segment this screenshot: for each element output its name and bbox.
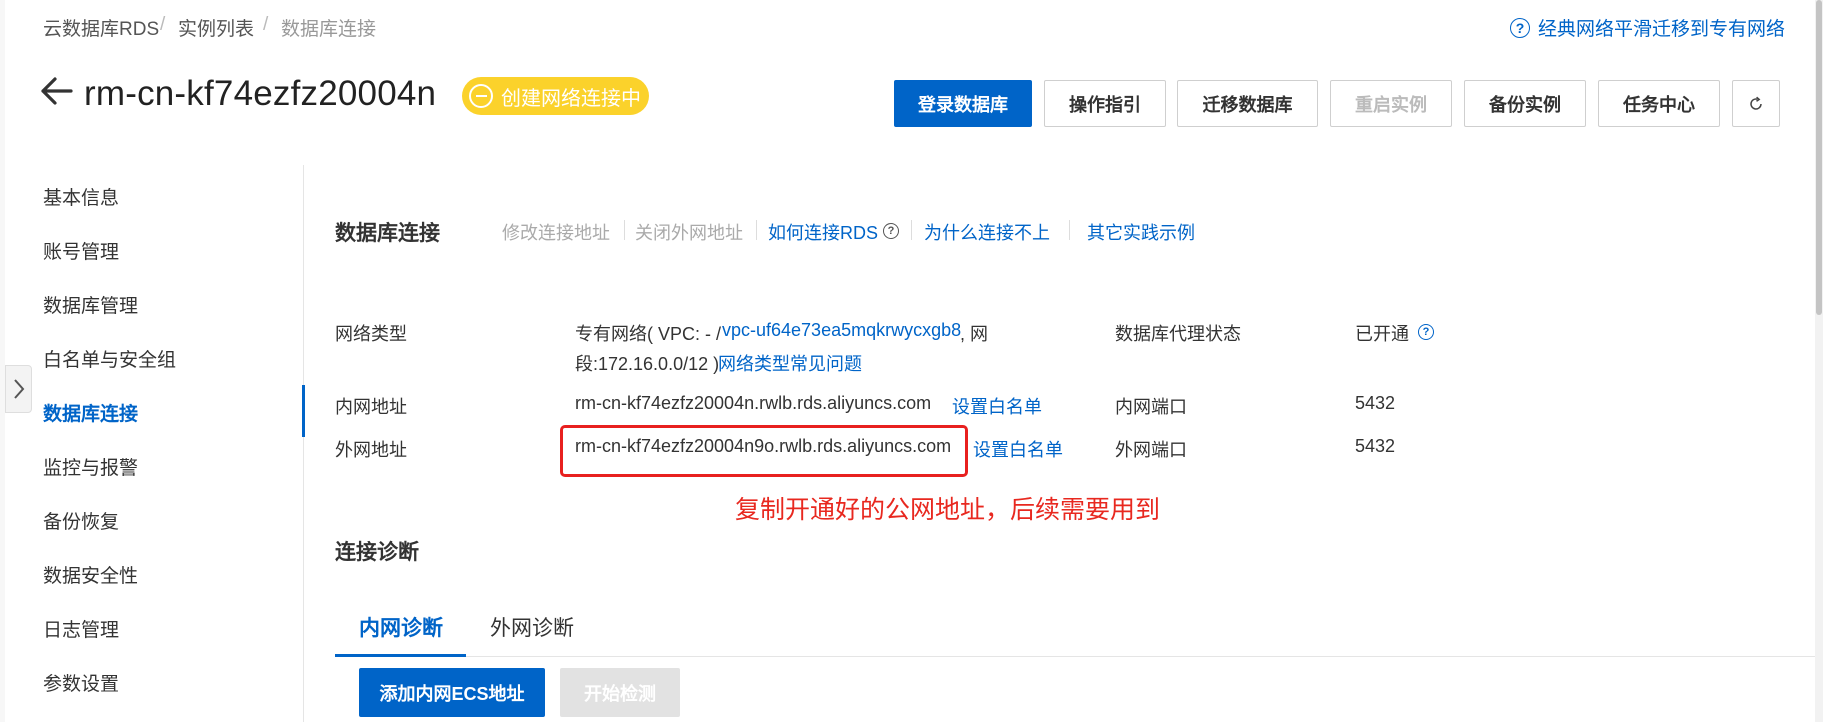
sidebar-collapse-button[interactable] xyxy=(5,365,32,413)
login-database-button[interactable]: 登录数据库 xyxy=(894,80,1032,127)
sidebar-item-accounts[interactable]: 账号管理 xyxy=(43,237,119,264)
modify-address-link[interactable]: 修改连接地址 xyxy=(502,219,610,245)
public-address-label: 外网地址 xyxy=(335,440,407,460)
internal-port: 5432 xyxy=(1355,393,1396,413)
active-tab-indicator xyxy=(335,654,466,657)
public-port: 5432 xyxy=(1355,436,1396,456)
proxy-status-value: 已开通 xyxy=(1355,324,1409,344)
section-title: 数据库连接 xyxy=(335,222,440,245)
how-to-connect-link[interactable]: 如何连接RDS xyxy=(768,219,878,245)
backup-instance-button[interactable]: 备份实例 xyxy=(1464,80,1586,127)
sidebar-item-whitelist[interactable]: 白名单与安全组 xyxy=(43,345,176,372)
network-faq-link[interactable]: 网络类型常见问题 xyxy=(718,350,862,376)
public-port-label: 外网端口 xyxy=(1115,440,1187,460)
question-circle-icon[interactable]: ? xyxy=(883,223,899,239)
network-type-label: 网络类型 xyxy=(335,324,407,344)
practice-examples-link[interactable]: 其它实践示例 xyxy=(1087,219,1195,245)
sidebar-item-logs[interactable]: 日志管理 xyxy=(43,615,119,642)
breadcrumb-separator: / xyxy=(160,14,166,35)
network-type-suffix: , 网 xyxy=(960,324,989,344)
diagnosis-title: 连接诊断 xyxy=(335,541,419,564)
internal-address: rm-cn-kf74ezfz20004n.rwlb.rds.aliyuncs.c… xyxy=(575,393,932,413)
public-whitelist-link[interactable]: 设置白名单 xyxy=(973,436,1063,462)
scrollbar-thumb[interactable] xyxy=(1816,0,1822,315)
sidebar-item-databases[interactable]: 数据库管理 xyxy=(43,291,138,318)
annotation-text: 复制开通好的公网地址，后续需要用到 xyxy=(735,496,1161,524)
sidebar-item-db-connection[interactable]: 数据库连接 xyxy=(43,399,138,426)
migrate-database-button[interactable]: 迁移数据库 xyxy=(1177,80,1318,127)
refresh-icon xyxy=(1750,96,1762,110)
proxy-status-label: 数据库代理状态 xyxy=(1115,324,1241,344)
internal-address-label: 内网地址 xyxy=(335,397,407,417)
page-title: rm-cn-kf74ezfz20004n xyxy=(84,74,437,113)
network-type-prefix: 专有网络( VPC: - / xyxy=(575,324,722,344)
chevron-right-icon xyxy=(13,379,24,399)
breadcrumb-separator: / xyxy=(263,14,269,35)
annotation-highlight-box xyxy=(560,425,968,477)
tab-public-diagnosis[interactable]: 外网诊断 xyxy=(490,612,574,642)
close-public-address-link[interactable]: 关闭外网地址 xyxy=(635,219,743,245)
sidebar-item-monitoring[interactable]: 监控与报警 xyxy=(43,453,138,480)
operation-guide-button[interactable]: 操作指引 xyxy=(1044,80,1166,127)
tab-bar-divider xyxy=(335,656,1815,657)
sidebar-active-indicator xyxy=(302,385,305,437)
vpc-cidr: 段:172.16.0.0/12 ) xyxy=(575,354,720,374)
status-label: 创建网络连接中 xyxy=(501,87,641,110)
divider xyxy=(756,220,757,240)
sidebar-divider xyxy=(303,165,304,722)
pending-icon xyxy=(469,84,493,108)
divider xyxy=(1069,220,1070,240)
arrow-left-icon[interactable] xyxy=(40,76,74,106)
left-edge xyxy=(0,0,5,722)
sidebar-item-security[interactable]: 数据安全性 xyxy=(43,561,138,588)
tab-internal-diagnosis[interactable]: 内网诊断 xyxy=(359,612,443,642)
task-center-button[interactable]: 任务中心 xyxy=(1598,80,1720,127)
classic-network-migration-link[interactable]: ? 经典网络平滑迁移到专有网络 xyxy=(1509,14,1785,41)
breadcrumb-instance-list[interactable]: 实例列表 xyxy=(178,14,254,41)
divider xyxy=(624,220,625,240)
help-link-label: 经典网络平滑迁移到专有网络 xyxy=(1537,19,1785,40)
sidebar-item-backup[interactable]: 备份恢复 xyxy=(43,507,119,534)
vpc-id-link[interactable]: vpc-uf64e73ea5mqkrwycxgb8 xyxy=(722,320,961,341)
add-ecs-address-button[interactable]: 添加内网ECS地址 xyxy=(359,668,545,717)
internal-whitelist-link[interactable]: 设置白名单 xyxy=(952,393,1042,419)
refresh-button[interactable] xyxy=(1732,80,1780,127)
start-check-button[interactable]: 开始检测 xyxy=(560,668,680,717)
internal-port-label: 内网端口 xyxy=(1115,397,1187,417)
question-circle-icon: ? xyxy=(1509,17,1530,38)
question-circle-icon[interactable]: ? xyxy=(1418,324,1434,340)
why-connection-fails-link[interactable]: 为什么连接不上 xyxy=(924,219,1050,245)
restart-instance-button[interactable]: 重启实例 xyxy=(1330,80,1452,127)
breadcrumb-rds[interactable]: 云数据库RDS xyxy=(43,14,159,41)
sidebar-item-basic-info[interactable]: 基本信息 xyxy=(43,183,119,210)
breadcrumb-current: 数据库连接 xyxy=(281,19,377,40)
status-badge: 创建网络连接中 xyxy=(462,77,649,115)
sidebar-item-parameters[interactable]: 参数设置 xyxy=(43,669,119,696)
divider xyxy=(911,220,912,240)
